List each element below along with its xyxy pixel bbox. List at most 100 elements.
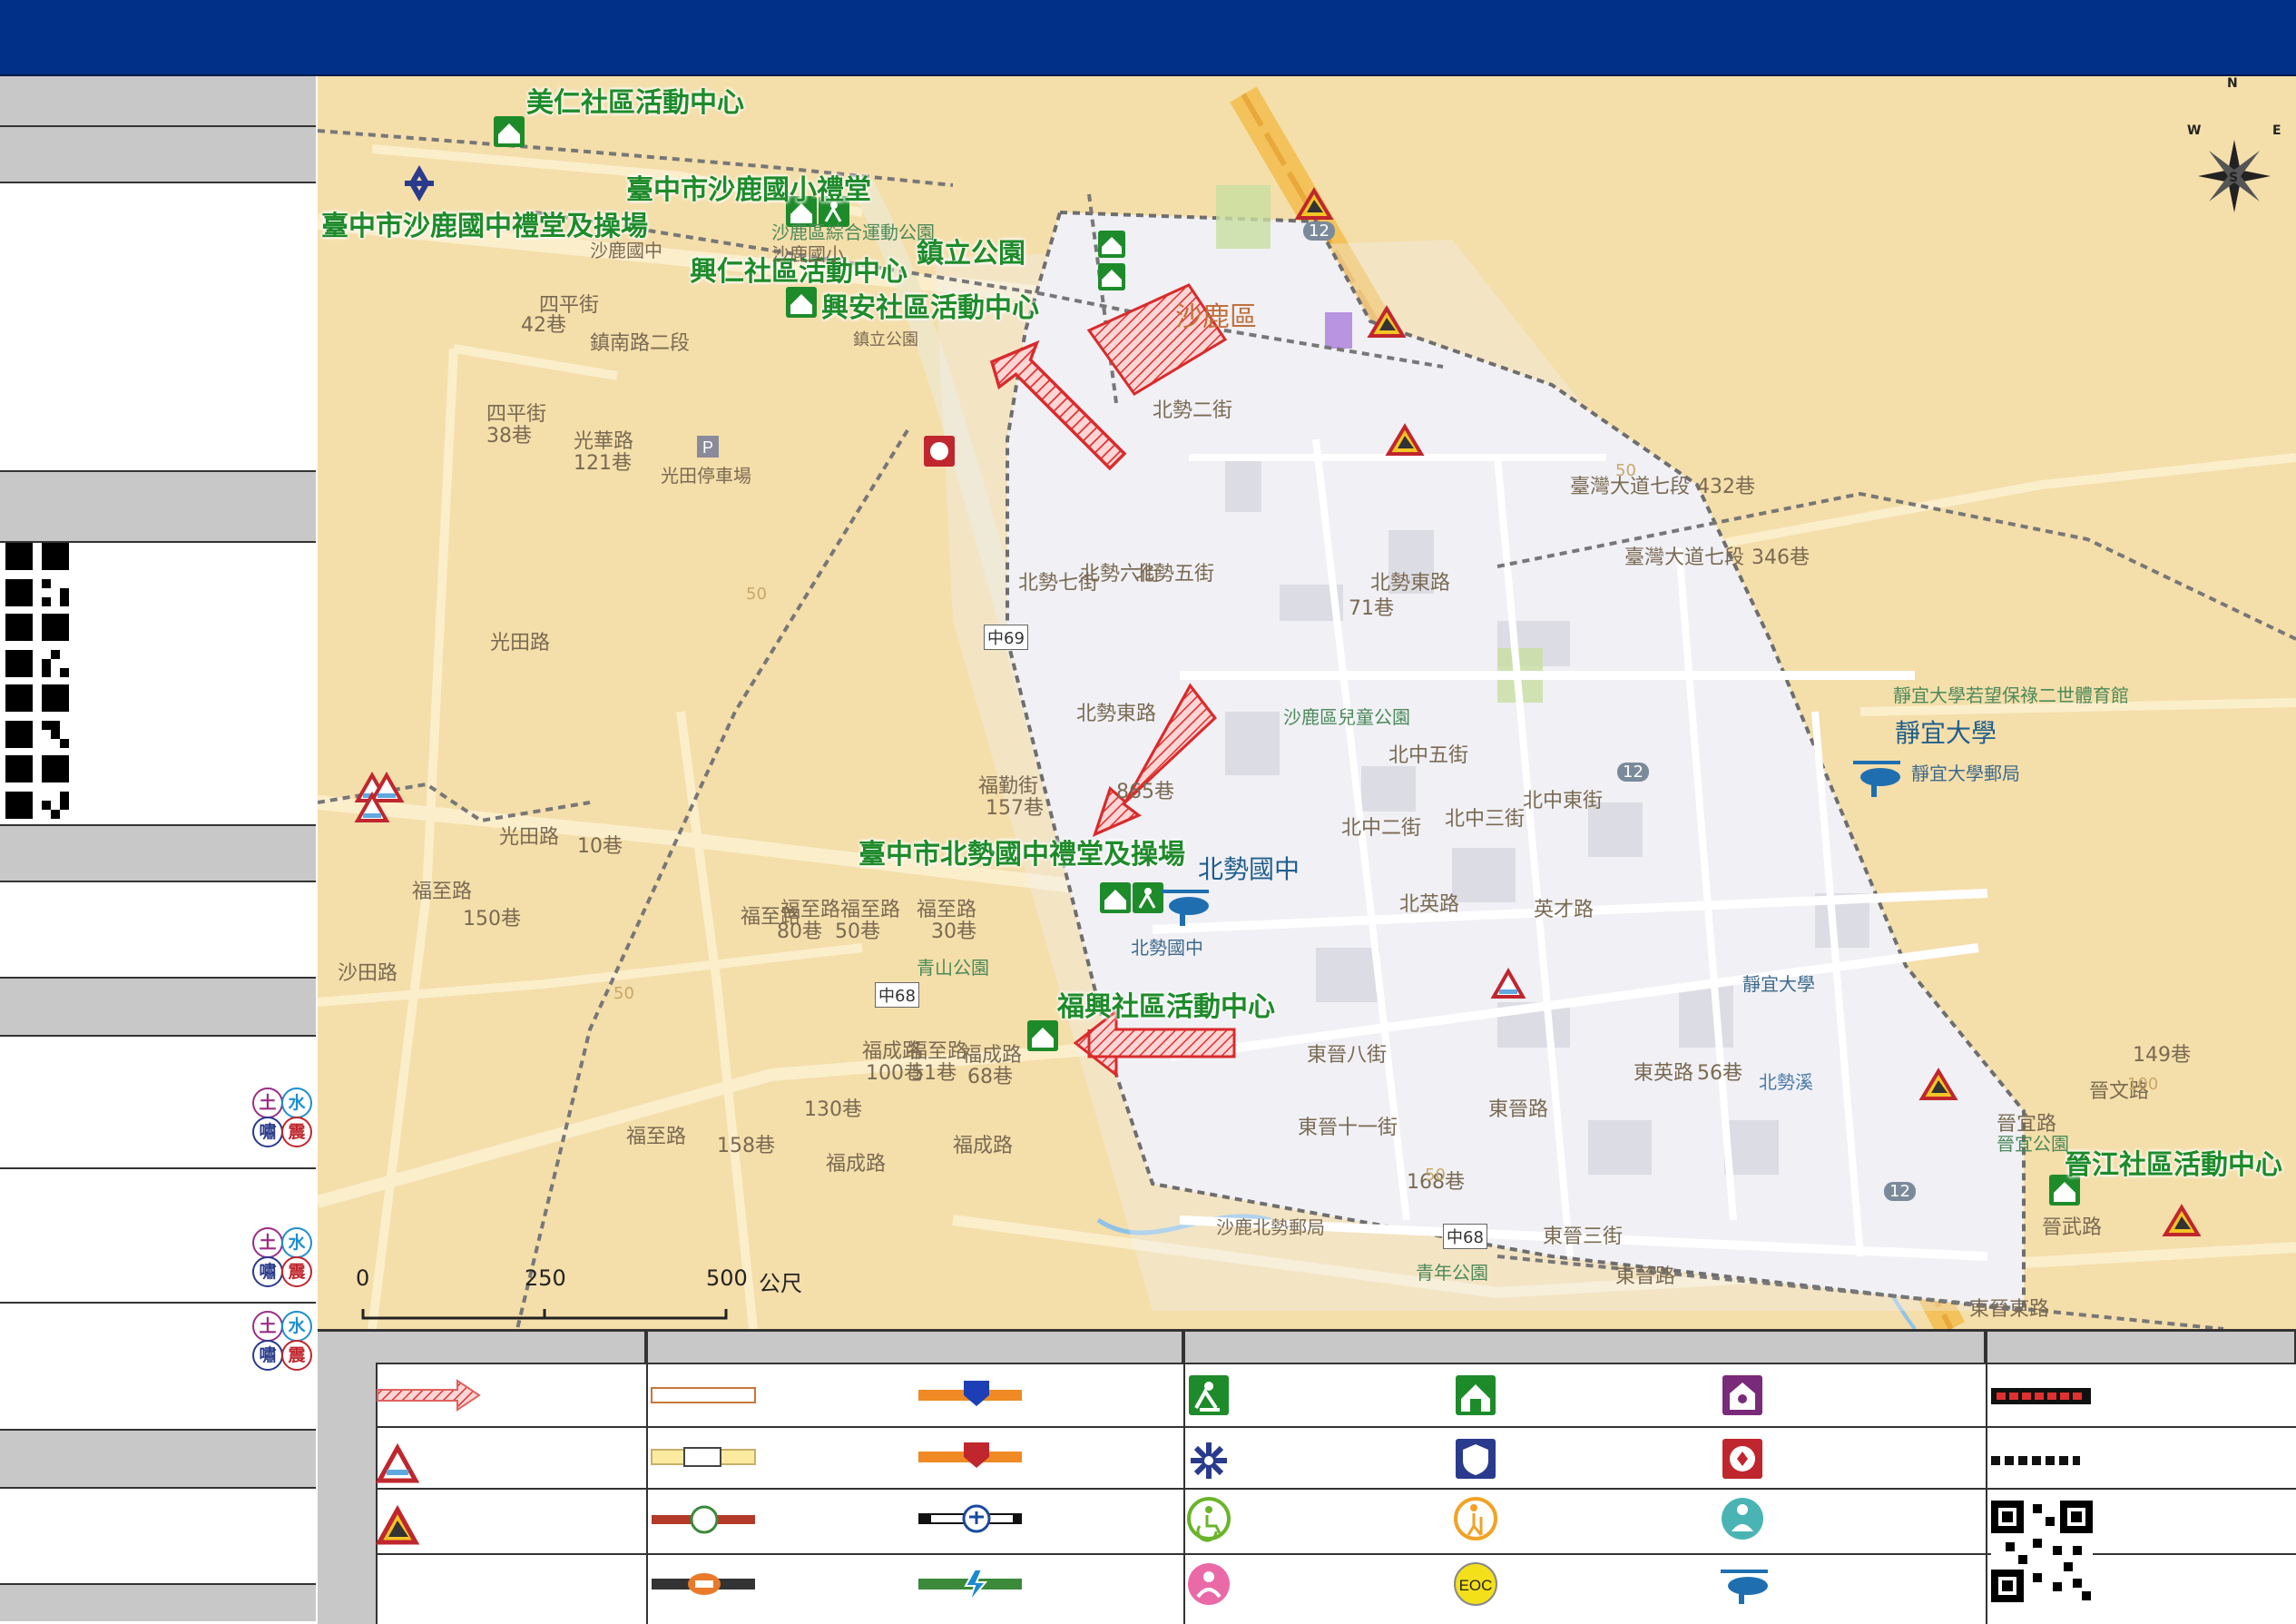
street-label: 346巷	[1751, 546, 1810, 569]
street-label: 晉宜路	[1997, 1113, 2057, 1136]
street-label: 71巷	[1349, 597, 1394, 620]
compass-w-label: W	[2187, 123, 2202, 138]
street-label: 51巷	[911, 1062, 957, 1085]
flood-hazard-icon: 水	[281, 1088, 312, 1118]
street-label: 東晉路	[1615, 1265, 1676, 1288]
parking-icon: P	[697, 436, 719, 458]
legend-col-header	[646, 1332, 1183, 1364]
shelter-label[interactable]: 臺中市北勢國中禮堂及操場	[859, 832, 1185, 871]
sidebar-header-6	[0, 1431, 316, 1489]
qr-code-icon[interactable]	[5, 614, 69, 677]
school-label: 北勢國中	[1198, 854, 1300, 884]
tsunami-hazard-icon: 嘯	[252, 1340, 283, 1371]
national-road-icon	[651, 1387, 756, 1403]
street-label: 臺灣大道七段	[1624, 546, 1745, 569]
railway-station-icon	[918, 1504, 1022, 1533]
shelter-label[interactable]: 臺中市沙鹿國小禮堂	[626, 167, 871, 207]
shelter-indoor-icon	[1456, 1375, 1496, 1415]
shelter-label[interactable]: 興安社區活動中心	[821, 285, 1039, 325]
school-label: 靜宜大學	[1895, 718, 1997, 748]
sidebar-header-2	[0, 127, 316, 183]
street-label: 北勢七街	[1018, 572, 1099, 595]
flood-hazard-icon: 水	[281, 1311, 312, 1342]
route-badge: 12	[1303, 221, 1335, 241]
flood-hazard-icon: 水	[281, 1227, 312, 1258]
street-label: 沙田路	[338, 962, 398, 985]
sidebar-header-4	[0, 826, 316, 882]
svg-text:P: P	[702, 438, 713, 457]
poi-label: 沙鹿北勢郵局	[1216, 1216, 1325, 1238]
qr-code-icon[interactable]	[5, 543, 69, 606]
street-label: 68巷	[967, 1066, 1013, 1088]
street-label: 50巷	[835, 920, 880, 943]
provincial-road-icon	[651, 1447, 756, 1467]
shelter-label[interactable]: 福興社區活動中心	[1057, 984, 1275, 1024]
shelter-outdoor-icon	[1189, 1375, 1229, 1415]
shelter-indoor-icon	[1098, 231, 1125, 258]
fire-station-icon	[924, 436, 955, 467]
qr-code-icon[interactable]	[5, 755, 69, 819]
street-label: 150巷	[463, 908, 521, 930]
street-label: 福成路	[826, 1153, 887, 1176]
street-label: 英才路	[1534, 899, 1594, 921]
map-view[interactable]: P 美仁社區活動中心 臺中市沙鹿國小禮堂 臺中市沙鹿國中禮堂及操場 鎮立公園 興…	[318, 76, 2296, 1329]
district-label: 沙鹿區	[1175, 301, 1257, 333]
route-badge: 12	[1617, 763, 1649, 782]
shelter-outdoor-icon	[1133, 882, 1163, 913]
poi-label: 靜宜大學郵局	[1911, 763, 2020, 784]
street-label: 北勢二街	[1153, 399, 1233, 422]
street-label: 福至路	[412, 881, 473, 903]
scale-tick-label: 0	[356, 1265, 370, 1291]
street-label: 865巷	[1116, 781, 1174, 803]
sidebar-panel	[0, 882, 316, 979]
street-label: 北中三街	[1445, 808, 1526, 831]
contour-label: 50	[1615, 461, 1636, 480]
legend-col-header	[1183, 1332, 1986, 1364]
route-badge: 中68	[875, 982, 919, 1008]
qr-code-icon[interactable]	[5, 684, 69, 748]
tsunami-hazard-icon: 嘯	[252, 1117, 283, 1147]
hsr-station-icon	[918, 1569, 1022, 1603]
street-label: 130巷	[804, 1098, 862, 1121]
poi-label: 靜宜大學	[1742, 973, 1815, 995]
route-badge: 中68	[1443, 1224, 1487, 1249]
shelter-label[interactable]: 美仁社區活動中心	[526, 80, 744, 120]
street-label: 福至路	[626, 1126, 687, 1148]
sidebar-panel	[0, 1489, 316, 1585]
street-label: 北中二街	[1341, 817, 1422, 840]
sidebar-shelter-card-3: 土 水 嘯 震	[0, 1304, 316, 1431]
landslide-hazard-icon: 土	[252, 1088, 283, 1118]
shelter-indoor-icon	[786, 287, 817, 318]
contour-label: 50	[613, 984, 634, 1003]
hazard-badges: 土 水 嘯 震	[252, 1311, 316, 1374]
street-label: 鎮南路二段	[590, 332, 691, 355]
sidebar-shelter-card-1: 土 水 嘯 震	[0, 1037, 316, 1169]
social-welfare-icon	[1722, 1375, 1762, 1415]
landslide-hazard-icon: 土	[252, 1227, 283, 1258]
legend-side-header	[318, 1332, 378, 1624]
tsunami-hazard-icon: 嘯	[252, 1256, 283, 1287]
street-label: 東晉東路	[1969, 1298, 2050, 1321]
legend-col-header	[1986, 1332, 2296, 1364]
eoc-text: EOC	[1459, 1577, 1493, 1594]
street-label: 432巷	[1697, 476, 1755, 498]
city-road-icon	[652, 1505, 755, 1534]
street-label: 東晉三街	[1543, 1225, 1624, 1248]
evacuation-route-icon	[1991, 1388, 2091, 1404]
route-badge: 12	[1884, 1182, 1916, 1201]
police-icon	[1456, 1439, 1496, 1479]
title-bar	[0, 0, 2296, 76]
map-legend: EOC	[318, 1329, 2296, 1624]
poi-label: 沙鹿國小	[771, 243, 844, 265]
shelter-label[interactable]: 晉江社區活動中心	[2065, 1142, 2282, 1182]
sidebar-info-panel	[0, 183, 316, 472]
sidebar-footer	[0, 1585, 316, 1621]
eoc-icon: EOC	[1454, 1562, 1497, 1606]
street-label: 10巷	[577, 835, 623, 858]
sidebar-shelter-card-2: 土 水 嘯 震	[0, 1169, 316, 1304]
wheelchair-icon	[1187, 1497, 1231, 1542]
hazard-badges: 土 水 嘯 震	[252, 1227, 316, 1291]
contour-label: 50	[746, 585, 767, 604]
poi-label: 沙鹿區兒童公園	[1283, 706, 1410, 728]
helicopter-icon	[1721, 1570, 1768, 1604]
